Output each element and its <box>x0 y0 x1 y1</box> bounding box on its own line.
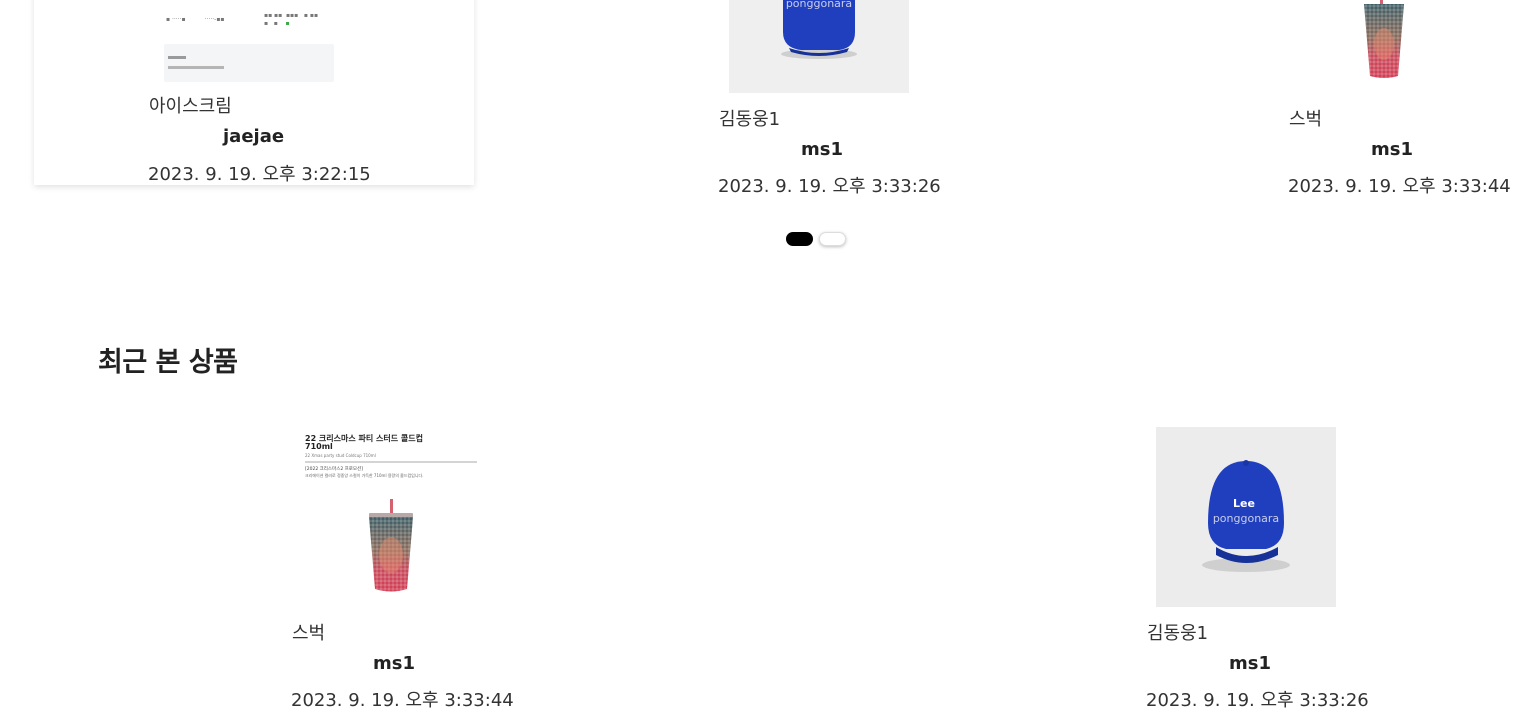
product-title[interactable]: 스벅 <box>292 619 325 645</box>
product-title[interactable]: 스벅 <box>1289 105 1322 131</box>
product-title[interactable]: 김동웅1 <box>719 105 780 131</box>
page: ▪ ·····▪ ·····-▪▪ ▪▪ ▪▪ ▪▪▪ ▪ ▪▪ ▪ ▪ ▪ 아… <box>0 0 1535 728</box>
pagination-dot-2[interactable] <box>819 232 846 246</box>
tumbler-icon: 22 크리스마스 파티 스터드 콜드컵 710ml 22 Xmas party … <box>305 433 477 592</box>
product-image[interactable]: ponggonara <box>729 0 909 93</box>
image-note-title: [2022 크리스마스2 프로모션] <box>305 465 363 472</box>
product-date: 2023. 9. 19. 오후 3:22:15 <box>148 164 371 185</box>
document-box <box>164 44 334 82</box>
product-author: ms1 <box>801 139 843 160</box>
product-author: ms1 <box>1371 139 1413 160</box>
product-image[interactable]: Lee ponggonara <box>1156 427 1336 607</box>
document-text-line: ▪ ▪ ▪ <box>264 20 290 27</box>
cap-icon: ponggonara <box>729 0 909 93</box>
product-card[interactable]: ▪ ·····▪ ·····-▪▪ ▪▪ ▪▪ ▪▪▪ ▪ ▪▪ ▪ ▪ ▪ 아… <box>34 0 474 185</box>
product-author: jaejae <box>223 126 285 147</box>
pagination-dot-1[interactable] <box>786 232 813 246</box>
watermark-text: ponggonara <box>1213 512 1279 525</box>
document-text-line: ▪ ·····▪ ·····-▪▪ <box>166 16 225 23</box>
product-author: ms1 <box>373 653 415 674</box>
watermark-text: ponggonara <box>786 0 852 10</box>
product-title[interactable]: 김동웅1 <box>1147 619 1208 645</box>
product-date: 2023. 9. 19. 오후 3:33:44 <box>1288 176 1511 197</box>
product-image[interactable] <box>1360 0 1408 80</box>
product-title[interactable]: 아이스크림 <box>149 92 232 118</box>
product-image[interactable]: ▪ ·····▪ ·····-▪▪ ▪▪ ▪▪ ▪▪▪ ▪ ▪▪ ▪ ▪ ▪ <box>164 0 334 85</box>
product-image[interactable]: 22 크리스마스 파티 스터드 콜드컵 710ml 22 Xmas party … <box>303 427 483 607</box>
image-subtitle: 22 Xmas party stud Coldcup 710ml <box>305 453 376 458</box>
image-size: 710ml <box>305 442 333 451</box>
product-date: 2023. 9. 19. 오후 3:33:26 <box>1146 690 1369 711</box>
tumbler-icon <box>1364 0 1404 78</box>
cap-icon: Lee ponggonara <box>1156 427 1336 607</box>
product-date: 2023. 9. 19. 오후 3:33:26 <box>718 176 941 197</box>
product-card[interactable]: 스벅 ms1 2023. 9. 19. 오후 3:33:44 <box>1288 0 1511 200</box>
document-text-line: ▪▪ ▪▪ ▪▪▪ ▪ ▪▪ <box>264 12 319 19</box>
product-card[interactable]: ponggonara 김동웅1 ms1 2023. 9. 19. 오후 3:33… <box>718 0 941 200</box>
product-author: ms1 <box>1229 653 1271 674</box>
recent-product-card[interactable]: Lee ponggonara 김동웅1 ms1 2023. 9. 19. 오후 … <box>1145 427 1369 717</box>
cap-logo-text: Lee <box>1233 497 1255 510</box>
recent-products-heading: 최근 본 상품 <box>98 347 238 378</box>
recent-product-card[interactable]: 22 크리스마스 파티 스터드 콜드컵 710ml 22 Xmas party … <box>290 427 514 717</box>
product-date: 2023. 9. 19. 오후 3:33:44 <box>291 690 514 711</box>
carousel-pagination <box>786 232 846 248</box>
image-note-body: 크리에이션 컬러로 정중앙 스컬이 가득한 710ml 용량의 콜드컵입니다. <box>305 472 424 478</box>
